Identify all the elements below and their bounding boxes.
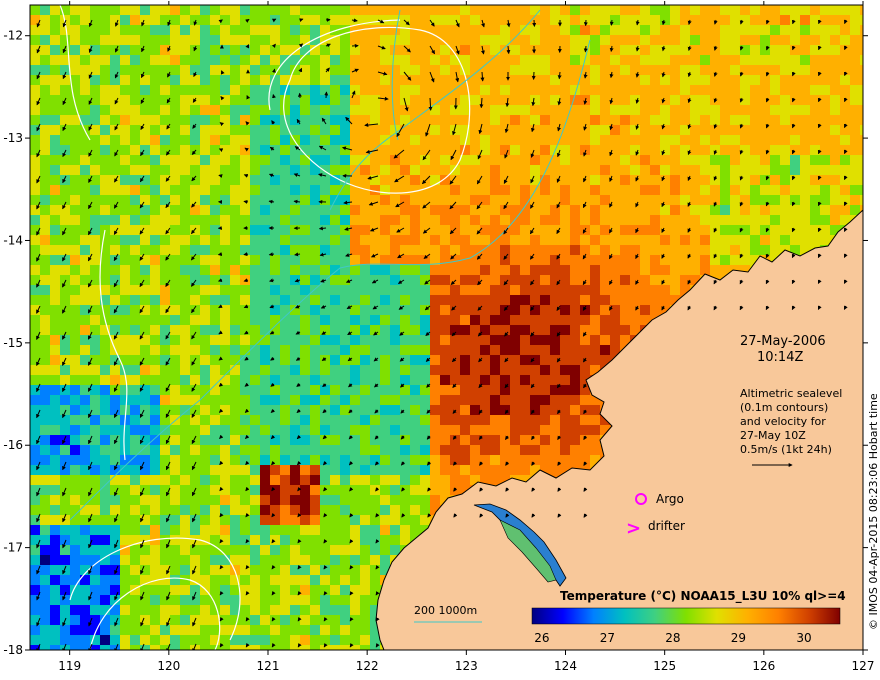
altimetry-line-2: (0.1m contours) xyxy=(740,401,828,414)
bathy-legend-label: 200 1000m xyxy=(414,604,477,617)
colorbar-tick-label: 29 xyxy=(731,631,746,645)
colorbar-tick-label: 26 xyxy=(534,631,549,645)
altimetry-line-3: and velocity for xyxy=(740,415,826,428)
argo-label: Argo xyxy=(656,492,684,506)
x-tick-label: 126 xyxy=(752,659,775,673)
colorbar-tick-label: 30 xyxy=(796,631,811,645)
x-tick-label: 120 xyxy=(157,659,180,673)
y-tick-label: -17 xyxy=(3,541,23,555)
colorbar-gradient xyxy=(531,607,841,625)
date-line2: 10:14Z xyxy=(757,350,803,365)
y-tick-label: -18 xyxy=(3,643,23,657)
x-tick-label: 127 xyxy=(852,659,875,673)
x-tick-label: 124 xyxy=(554,659,577,673)
x-tick-label: 122 xyxy=(356,659,379,673)
sst-map-figure: 119 120 121 122 123 124 125 126 127 -12 -13 -14 -15… xyxy=(3,1,880,673)
drifter-label: drifter xyxy=(648,519,685,533)
y-tick-label: -12 xyxy=(3,29,23,43)
y-tick-label: -13 xyxy=(3,131,23,145)
x-tick-label: 125 xyxy=(653,659,676,673)
altimetry-line-5: 0.5m/s (1kt 24h) xyxy=(740,443,832,456)
colorbar-tick-label: 27 xyxy=(600,631,615,645)
altimetry-line-4: 27-May 10Z xyxy=(740,429,806,442)
colorbar-tick-label: 28 xyxy=(665,631,680,645)
x-tick-label: 123 xyxy=(455,659,478,673)
y-tick-label: -15 xyxy=(3,336,23,350)
altimetry-line-1: Altimetric sealevel xyxy=(740,387,842,400)
date-line1: 27-May-2006 xyxy=(740,334,826,349)
x-tick-label: 121 xyxy=(257,659,280,673)
drifter-marker: > xyxy=(626,518,641,539)
y-tick-label: -16 xyxy=(3,438,23,452)
credit-text: © IMOS 04-Apr-2015 08:23:06 Hobart time xyxy=(867,393,880,630)
x-tick-label: 119 xyxy=(58,659,81,673)
y-tick-label: -14 xyxy=(3,233,23,247)
colorbar-title: Temperature (°C) NOAA15_L3U 10% ql>=4 xyxy=(560,589,846,604)
